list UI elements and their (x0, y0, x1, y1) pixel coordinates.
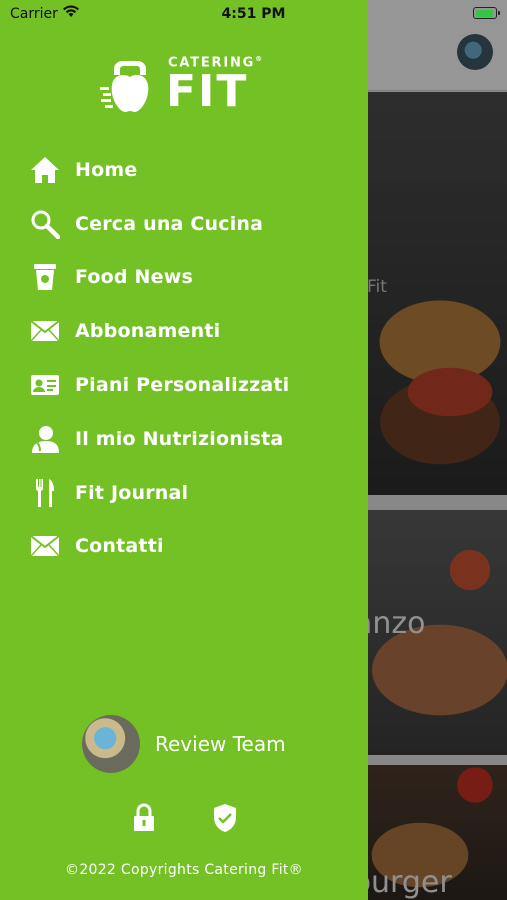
copyright-text: ©2022 Copyrights Catering Fit® (65, 862, 303, 878)
menu-item-abbonamenti[interactable]: Abbonamenti (0, 304, 368, 358)
status-bar: Carrier 4:51 PM (0, 0, 507, 28)
menu-item-piani-personalizzati[interactable]: Piani Personalizzati (0, 358, 368, 412)
menu-item-label: Cerca una Cucina (75, 212, 264, 235)
menu-item-food-news[interactable]: Food News (0, 251, 368, 305)
battery-icon (473, 7, 500, 19)
menu-item-label: Home (75, 158, 138, 181)
shield-check-icon[interactable] (212, 803, 240, 835)
lock-icon[interactable] (132, 803, 160, 835)
search-icon (30, 209, 60, 239)
kettlebell-apple-icon (100, 61, 149, 112)
menu-item-cerca-cucina[interactable]: Cerca una Cucina (0, 197, 368, 251)
menu-item-label: Fit Journal (75, 481, 189, 504)
doctor-icon (30, 424, 60, 454)
id-card-icon (30, 370, 60, 400)
coffee-cup-icon (30, 262, 60, 292)
fork-knife-icon (30, 478, 60, 508)
menu-item-label: Piani Personalizzati (75, 374, 290, 397)
envelope-icon (30, 316, 60, 346)
menu-item-label: Contatti (75, 535, 164, 558)
home-icon (30, 155, 60, 185)
menu-item-contatti[interactable]: Contatti (0, 520, 368, 574)
user-name: Review Team (155, 732, 286, 756)
catering-fit-logo: CATERING® FIT (100, 55, 262, 117)
menu-item-label: Il mio Nutrizionista (75, 427, 284, 450)
status-time: 4:51 PM (221, 6, 286, 22)
envelope-icon (30, 531, 60, 561)
menu-item-label: Abbonamenti (75, 320, 221, 343)
menu-item-nutrizionista[interactable]: Il mio Nutrizionista (0, 412, 368, 466)
user-profile[interactable]: Review Team (82, 714, 286, 774)
menu-item-label: Food News (75, 266, 193, 289)
drawer-menu: Home Cerca una Cucina Food News Abboname… (0, 143, 368, 573)
menu-item-home[interactable]: Home (0, 143, 368, 197)
avatar[interactable] (82, 715, 140, 773)
menu-item-fit-journal[interactable]: Fit Journal (0, 466, 368, 520)
bottom-actions (130, 803, 240, 837)
side-drawer: CATERING® FIT Home Cerca una Cucina Food… (0, 0, 368, 900)
logo-text-big: FIT (166, 66, 249, 117)
